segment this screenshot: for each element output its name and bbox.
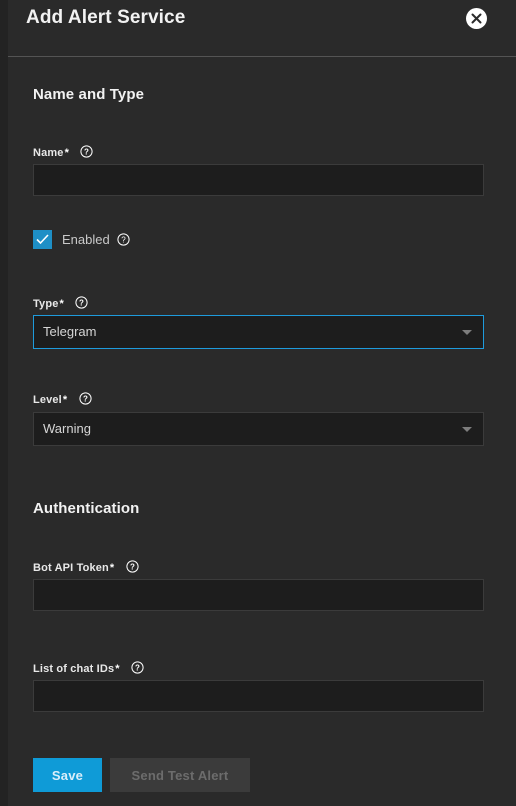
help-icon[interactable]: ? — [125, 560, 139, 573]
help-icon[interactable]: ? — [78, 392, 92, 405]
name-required-mark: * — [64, 147, 69, 159]
level-field-label: Level* ? — [33, 390, 92, 406]
help-icon[interactable]: ? — [131, 661, 144, 674]
close-icon[interactable] — [466, 8, 487, 29]
enabled-checkbox[interactable] — [33, 230, 52, 249]
svg-text:?: ? — [83, 395, 88, 404]
type-field-label: Type* ? — [33, 294, 88, 310]
chat-ids-label: List of chat IDs* ? — [33, 659, 144, 675]
svg-text:?: ? — [135, 664, 140, 673]
name-label-text: Name — [33, 147, 64, 159]
type-label-text: Type — [33, 298, 59, 310]
svg-text:?: ? — [121, 236, 126, 245]
type-select-value: Telegram — [43, 324, 97, 339]
save-button[interactable]: Save — [33, 758, 102, 792]
page-title: Add Alert Service — [26, 7, 186, 28]
chevron-down-icon — [462, 427, 472, 432]
chevron-down-icon — [462, 330, 472, 335]
enabled-checkbox-label: Enabled — [62, 232, 110, 247]
level-required-mark: * — [62, 394, 68, 406]
level-select[interactable]: Warning — [33, 412, 484, 446]
svg-text:?: ? — [130, 563, 135, 572]
add-alert-service-dialog: Add Alert Service Name and Type Name* ? — [0, 0, 516, 806]
left-rail — [0, 0, 8, 806]
type-required-mark: * — [59, 298, 64, 310]
level-select-value: Warning — [43, 421, 91, 436]
name-input[interactable] — [33, 164, 484, 196]
chat-ids-required-mark: * — [115, 663, 120, 675]
section-title-authentication: Authentication — [33, 500, 140, 517]
help-icon[interactable]: ? — [75, 296, 88, 309]
section-title-name-and-type: Name and Type — [33, 86, 145, 103]
dialog-header: Add Alert Service — [8, 0, 516, 57]
svg-text:?: ? — [84, 148, 89, 157]
name-field-label: Name* ? — [33, 143, 93, 159]
svg-text:?: ? — [79, 299, 84, 308]
level-label-text: Level — [33, 394, 62, 406]
bot-api-token-label: Bot API Token* ? — [33, 558, 139, 574]
send-test-alert-button[interactable]: Send Test Alert — [110, 758, 250, 792]
chat-ids-input[interactable] — [33, 680, 484, 712]
type-select[interactable]: Telegram — [33, 315, 484, 349]
dialog-content: Name and Type Name* ? Enabled ? Type* ? … — [8, 58, 516, 806]
bot-api-token-required-mark: * — [109, 562, 115, 574]
bot-api-token-label-text: Bot API Token — [33, 562, 109, 574]
chat-ids-label-text: List of chat IDs — [33, 663, 115, 675]
help-icon[interactable]: ? — [117, 233, 130, 246]
bot-api-token-input[interactable] — [33, 579, 484, 611]
help-icon[interactable]: ? — [80, 145, 93, 158]
